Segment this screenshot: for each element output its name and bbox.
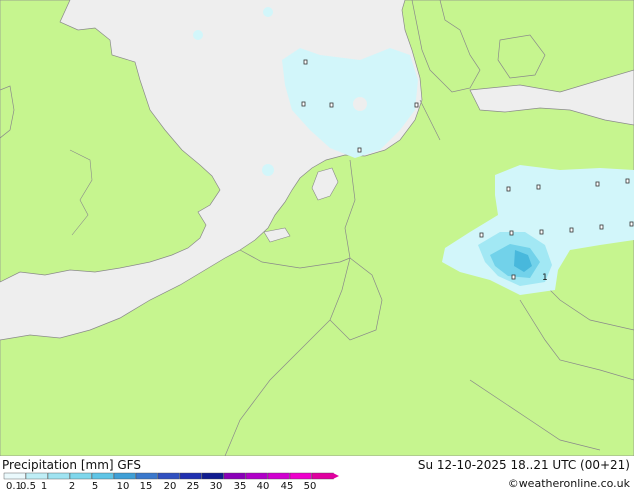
color-scale-cell <box>91 472 114 480</box>
color-scale-tick-label: 1 <box>41 481 47 490</box>
color-scale-cell <box>3 472 26 480</box>
station-marker <box>629 221 634 227</box>
color-scale-cell <box>135 472 158 480</box>
color-scale-tick-label: 5 <box>92 481 98 490</box>
map-footer: Precipitation [mm] GFS Su 12-10-2025 18.… <box>0 456 634 490</box>
station-marker <box>625 178 630 184</box>
station-marker <box>536 184 541 190</box>
precipitation-map: 1 <box>0 0 634 456</box>
weather-map-page: 1 Precipitation [mm] GFS Su 12-10-2025 1… <box>0 0 634 490</box>
color-scale <box>3 472 339 480</box>
small-precip-patch <box>193 30 203 40</box>
station-marker <box>509 230 514 236</box>
station-marker <box>506 186 511 192</box>
station-marker <box>414 102 419 108</box>
color-scale-tick-label: 20 <box>164 481 177 490</box>
color-scale-cell <box>179 472 202 480</box>
station-marker <box>301 101 306 107</box>
station-marker <box>357 147 362 153</box>
small-precip-patch <box>263 7 273 17</box>
color-scale-tick-label: 2 <box>69 481 75 490</box>
station-marker <box>511 274 516 280</box>
color-scale-cell <box>245 472 268 480</box>
color-scale-cell <box>113 472 136 480</box>
credit: ©weatheronline.co.uk <box>508 477 631 490</box>
color-scale-cell <box>157 472 180 480</box>
color-scale-tick-label: 25 <box>187 481 200 490</box>
station-marker <box>595 181 600 187</box>
color-scale-cell <box>311 472 334 480</box>
station-marker <box>329 102 334 108</box>
station-marker <box>539 229 544 235</box>
color-scale-tick-label: 40 <box>257 481 270 490</box>
color-scale-tick-label: 50 <box>304 481 317 490</box>
small-precip-patch <box>262 164 274 176</box>
color-scale-cell <box>25 472 48 480</box>
station-marker <box>303 59 308 65</box>
station-marker <box>479 232 484 238</box>
color-scale-cell <box>47 472 70 480</box>
color-scale-tick-label: 10 <box>117 481 130 490</box>
color-scale-cell <box>289 472 312 480</box>
precip-value-label: 1 <box>542 273 548 283</box>
legend-bar: Precipitation [mm] GFS Su 12-10-2025 18.… <box>2 458 631 490</box>
dry-hole <box>353 97 367 111</box>
station-marker <box>599 224 604 230</box>
color-scale-cell <box>69 472 92 480</box>
color-scale-cell <box>201 472 224 480</box>
color-scale-ticks: 0.10.5 1 2 5 10 15 20 25 30 35 40 45 50 <box>6 481 316 490</box>
color-scale-cell <box>223 472 246 480</box>
color-scale-tick-label: 0.5 <box>20 481 36 490</box>
color-scale-tick-label: 30 <box>210 481 223 490</box>
map-title: Precipitation [mm] GFS <box>2 458 141 472</box>
color-scale-cell <box>267 472 290 480</box>
color-scale-tick-label: 35 <box>234 481 247 490</box>
color-scale-arrow <box>333 473 339 479</box>
color-scale-tick-label: 45 <box>281 481 294 490</box>
station-marker <box>569 227 574 233</box>
forecast-datetime: Su 12-10-2025 18..21 UTC (00+21) <box>418 458 630 472</box>
color-scale-tick-label: 15 <box>140 481 153 490</box>
